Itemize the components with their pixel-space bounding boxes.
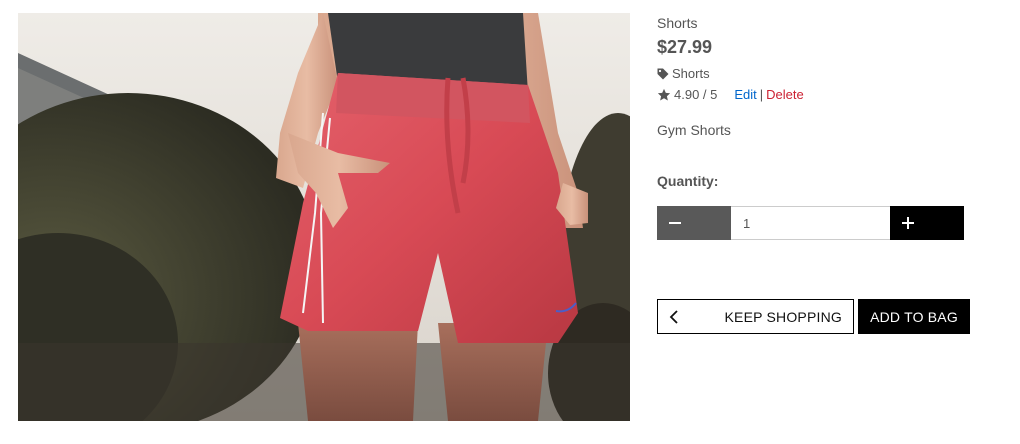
keep-shopping-label: KEEP SHOPPING: [724, 308, 842, 325]
quantity-input[interactable]: [731, 206, 890, 240]
quantity-increment-button[interactable]: [890, 206, 964, 240]
product-description: Gym Shorts: [657, 122, 731, 138]
product-price: $27.99: [657, 37, 713, 57]
quantity-decrement-button[interactable]: [657, 206, 731, 240]
plus-icon: [902, 217, 914, 229]
edit-link[interactable]: Edit: [734, 87, 756, 102]
quantity-stepper: [657, 206, 964, 240]
tag-label: Shorts: [672, 66, 710, 81]
product-image: [18, 13, 630, 421]
add-to-bag-button[interactable]: ADD TO BAG: [858, 299, 970, 334]
chevron-left-icon: [669, 309, 678, 324]
link-separator: |: [759, 87, 764, 102]
rating-row: 4.90 / 5 Edit | Delete: [657, 87, 804, 102]
tag-icon: [657, 68, 669, 79]
product-details: Shorts $27.99 Shorts 4.90 / 5 Edit | Del…: [657, 0, 997, 444]
rating-value: 4.90 / 5: [674, 87, 718, 102]
product-detail-page: Shorts $27.99 Shorts 4.90 / 5 Edit | Del…: [0, 0, 1020, 444]
keep-shopping-button[interactable]: KEEP SHOPPING: [657, 299, 854, 334]
quantity-label: Quantity:: [657, 173, 719, 189]
minus-icon: [669, 222, 681, 224]
product-category: Shorts: [657, 15, 698, 31]
star-icon: [657, 88, 671, 100]
delete-link[interactable]: Delete: [766, 87, 804, 102]
product-tag[interactable]: Shorts: [657, 66, 710, 81]
